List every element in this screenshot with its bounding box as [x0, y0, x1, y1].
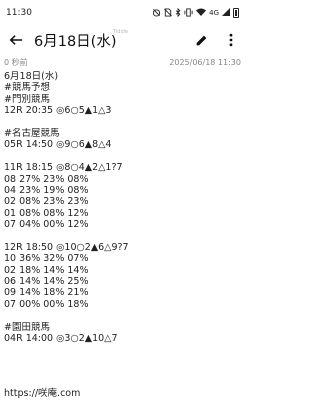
note-line: 08 27% 23% 08%: [4, 173, 89, 185]
app-bar: 6月18日(水) Tiddle: [0, 26, 245, 54]
bluetooth-icon: [175, 7, 181, 19]
note-line: [4, 310, 241, 321]
note-line: 12R 20:35 ◎6○5▲1△3: [4, 105, 112, 117]
note-line: 07 04% 00% 12%: [4, 219, 89, 231]
note-line: [4, 117, 241, 128]
note-line: 6月18日(水): [4, 71, 59, 82]
status-icons: 4G: [152, 7, 239, 19]
watermark-label: Tiddle: [113, 29, 129, 35]
note-line: 04 23% 19% 08%: [4, 184, 89, 196]
edited-time: 0 秒前: [4, 57, 28, 67]
meta-row: 0 秒前 2025/06/18 11:30: [4, 56, 241, 68]
note-line: #門別競馬: [4, 93, 50, 105]
wifi-icon: [196, 8, 207, 18]
note-link[interactable]: https://咲庵.com: [4, 385, 80, 399]
page-title: 6月18日(水): [34, 33, 117, 50]
arrow-left-icon: [9, 35, 23, 45]
note-line: [4, 151, 241, 162]
note-line: 02 18% 14% 14%: [4, 264, 89, 276]
note-line: 06 14% 14% 25%: [4, 276, 89, 288]
alarm-off-icon: [152, 8, 161, 19]
note-line: [4, 230, 241, 241]
note-line: 07 00% 00% 18%: [4, 298, 89, 310]
note-line: 09 14% 18% 21%: [4, 287, 89, 299]
screen: 11:30 4G 6月18日(水) Tiddle 0 秒前 2025/06/18…: [0, 0, 245, 400]
note-timestamp: 2025/06/18 11:30: [169, 57, 241, 67]
note-line: 12R 18:50 ◎10○2▲6△9?7: [4, 241, 129, 253]
note-line: #名古屋競馬: [4, 127, 60, 139]
note-line: 05R 14:50 ◎9○6▲8△4: [4, 139, 112, 151]
app-actions: [189, 26, 243, 54]
edit-button[interactable]: [189, 26, 213, 54]
network-type: 4G: [209, 8, 219, 17]
note-line: 04R 14:00 ◎3○2▲10△7: [4, 332, 118, 344]
note-line: #競馬予想: [4, 82, 50, 94]
status-time: 11:30: [6, 8, 32, 18]
note-line: #園田競馬: [4, 321, 50, 333]
note-line: 10 36% 32% 07%: [4, 253, 89, 265]
vibrate-icon: [184, 7, 193, 19]
note-body[interactable]: 6月18日(水) #競馬予想 #門別競馬 12R 20:35 ◎6○5▲1△3 #名古屋…: [4, 71, 241, 344]
status-bar: 11:30 4G: [0, 0, 245, 26]
more-options-button[interactable]: [219, 26, 243, 54]
no-sim-icon: [164, 7, 173, 19]
note-line: 11R 18:15 ◎8○4▲2△1?7: [4, 162, 123, 174]
back-button[interactable]: [2, 26, 30, 54]
note-line: 01 08% 08% 12%: [4, 207, 89, 219]
pencil-icon: [196, 35, 206, 45]
more-vert-icon: [229, 33, 233, 47]
signal-icon: [222, 8, 230, 18]
note-line: 02 08% 23% 23%: [4, 196, 89, 208]
battery-icon: [233, 8, 239, 18]
